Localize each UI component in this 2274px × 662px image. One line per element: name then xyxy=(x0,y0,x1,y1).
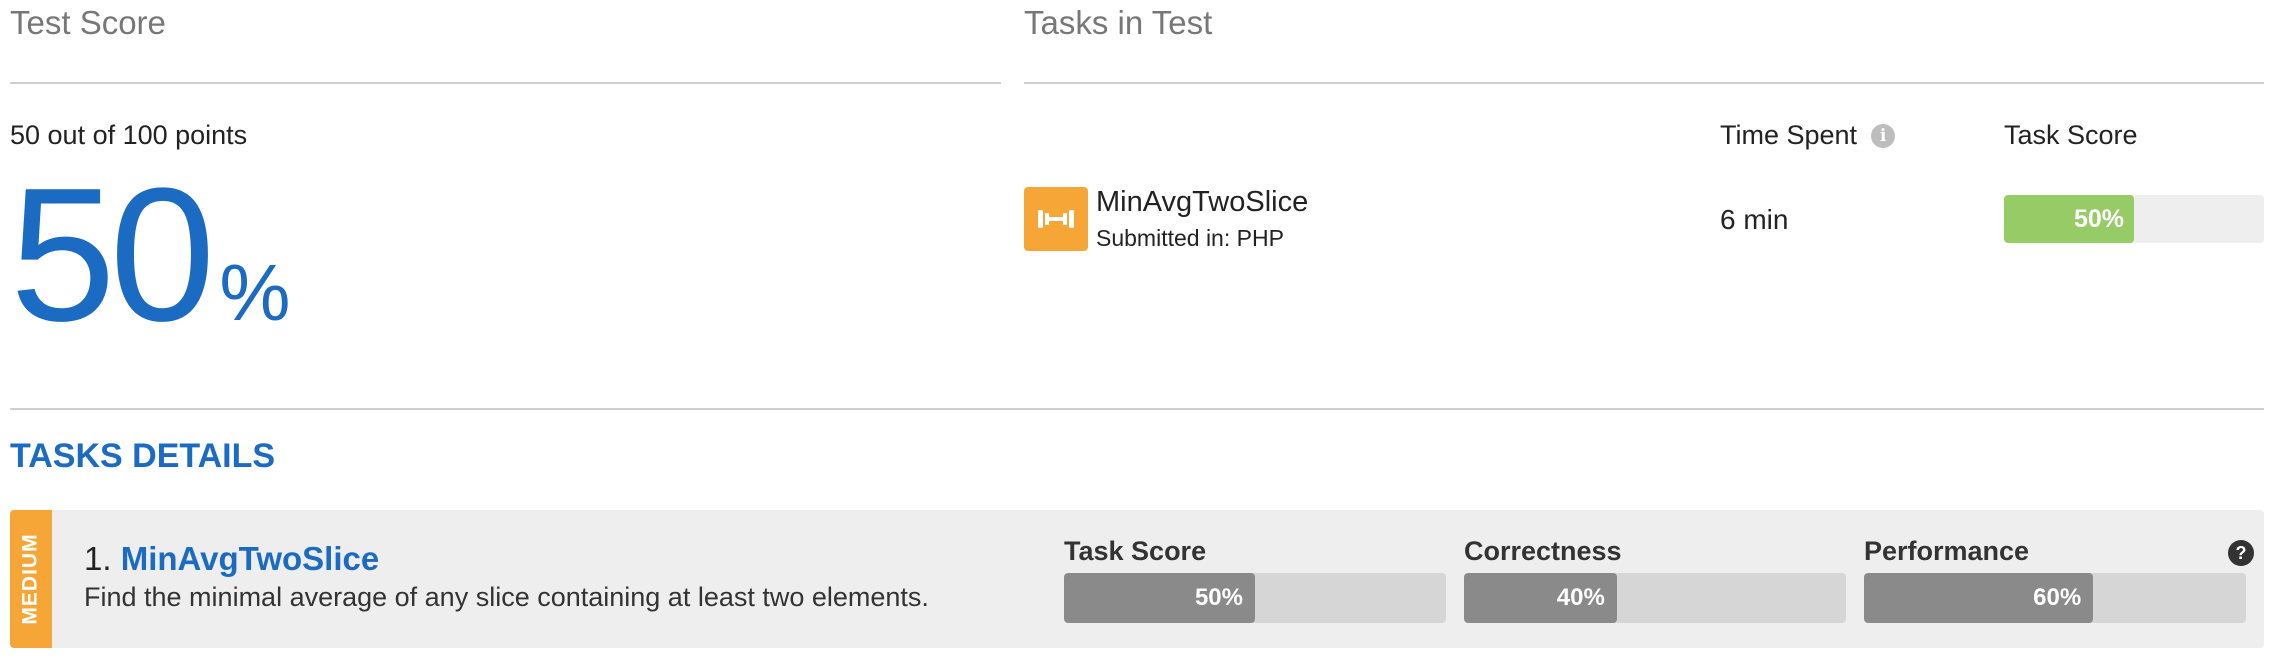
metric-fill: 40% xyxy=(1464,573,1617,623)
task-detail-title: 1. MinAvgTwoSlice xyxy=(84,540,379,578)
tasks-in-test-divider xyxy=(1024,82,2264,84)
task-detail-number: 1. xyxy=(84,540,112,577)
task-name[interactable]: MinAvgTwoSlice xyxy=(1096,186,1308,219)
metric-bar: 40% xyxy=(1464,573,1846,623)
tasks-details-title: TASKS DETAILS xyxy=(10,437,276,475)
info-icon[interactable]: i xyxy=(1871,123,1896,148)
metric-correctness: Correctness 40% xyxy=(1464,536,1846,623)
metric-bar: 60% xyxy=(1864,573,2246,623)
points-summary: 50 out of 100 points xyxy=(10,120,248,150)
task-score-fill: 50% xyxy=(2004,195,2134,243)
metric-label: Task Score xyxy=(1064,536,1207,566)
difficulty-badge: MEDIUM xyxy=(10,510,52,648)
difficulty-label: MEDIUM xyxy=(19,533,43,625)
question-icon[interactable]: ? xyxy=(2228,540,2254,566)
metric-performance: Performance 60% xyxy=(1864,536,2246,623)
task-detail-description: Find the minimal average of any slice co… xyxy=(84,582,929,612)
metric-label: Performance xyxy=(1864,536,2030,566)
task-score-header: Task Score xyxy=(2004,120,2138,151)
task-detail-card: MEDIUM 1. MinAvgTwoSlice Find the minima… xyxy=(10,510,2264,648)
metric-task-score: Task Score 50% xyxy=(1064,536,1446,623)
time-spent-label: Time Spent xyxy=(1720,120,1858,150)
total-score-value: 50 xyxy=(10,149,215,361)
task-time-spent: 6 min xyxy=(1720,204,1789,235)
task-detail-link[interactable]: MinAvgTwoSlice xyxy=(121,540,380,577)
total-score-percent: 50 % xyxy=(10,160,290,350)
metric-fill: 50% xyxy=(1064,573,1255,623)
metric-bar: 50% xyxy=(1064,573,1446,623)
test-score-title: Test Score xyxy=(10,4,166,41)
metric-fill: 60% xyxy=(1864,573,2094,623)
section-divider xyxy=(10,408,2264,410)
metric-label: Correctness xyxy=(1464,536,1622,566)
tasks-in-test-title: Tasks in Test xyxy=(1024,4,1213,41)
total-score-percent-sign: % xyxy=(219,248,291,337)
time-spent-header: Time Spent i xyxy=(1720,120,1896,151)
test-score-divider xyxy=(10,82,1001,84)
task-submitted-language: Submitted in: PHP xyxy=(1096,225,1284,251)
task-score-label: Task Score xyxy=(2004,120,2138,150)
dumbbell-icon xyxy=(1024,187,1088,251)
task-score-bar: 50% xyxy=(2004,195,2264,243)
